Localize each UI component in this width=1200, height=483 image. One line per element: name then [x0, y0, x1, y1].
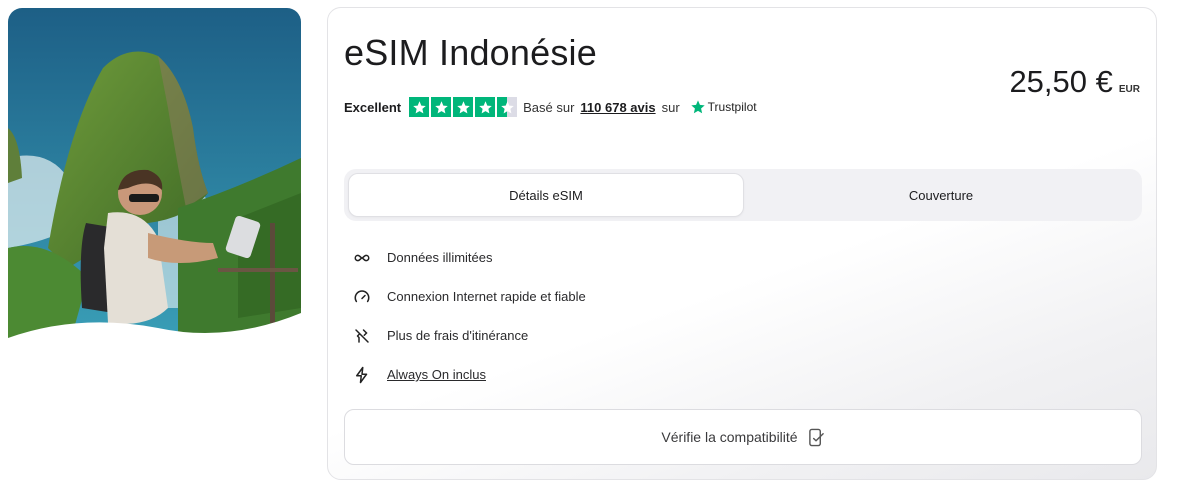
rating-based-on: Basé sur [523, 99, 575, 115]
check-compatibility-label: Vérifie la compatibilité [661, 429, 798, 445]
lightning-icon [352, 365, 372, 385]
star-icon [475, 97, 496, 117]
feature-list: Données illimitées Connexion Internet ra… [352, 238, 586, 394]
feature-item: Données illimitées [352, 238, 586, 277]
infinity-icon [352, 248, 372, 268]
rating-row: Excellent Basé sur 110 678 avis sur Trus… [344, 97, 757, 117]
star-icon [453, 97, 474, 117]
star-icon [431, 97, 452, 117]
trustpilot-logo: Trustpilot [690, 99, 757, 115]
feature-label: Connexion Internet rapide et fiable [387, 289, 586, 304]
always-on-link[interactable]: Always On inclus [387, 367, 486, 382]
feature-item: Plus de frais d'itinérance [352, 316, 586, 355]
speedometer-icon [352, 287, 372, 307]
travel-photo [8, 8, 301, 350]
price-amount: 25,50 € [1009, 64, 1113, 99]
price-currency: EUR [1118, 84, 1140, 95]
price-block: 25,50 € EUR [1009, 64, 1140, 100]
reviews-count-link[interactable]: 110 678 avis [580, 100, 655, 115]
hero-image [8, 8, 301, 350]
tab-coverage[interactable]: Couverture [744, 173, 1138, 217]
product-tabs: Détails eSIM Couverture [344, 169, 1142, 221]
check-compatibility-button[interactable]: Vérifie la compatibilité [344, 409, 1142, 465]
product-title: eSIM Indonésie [344, 32, 597, 73]
no-roaming-icon [352, 326, 372, 346]
star-icon [409, 97, 430, 117]
half-star-icon [497, 97, 518, 117]
feature-item: Connexion Internet rapide et fiable [352, 277, 586, 316]
tab-esim-details[interactable]: Détails eSIM [348, 173, 744, 217]
trustpilot-label: Trustpilot [707, 100, 757, 114]
feature-item: Always On inclus [352, 355, 586, 394]
product-card: eSIM Indonésie 25,50 € EUR Excellent Bas… [327, 7, 1157, 480]
feature-label: Plus de frais d'itinérance [387, 328, 529, 343]
rating-on: sur [661, 99, 680, 115]
feature-label: Données illimitées [387, 250, 493, 265]
rating-label: Excellent [344, 99, 402, 115]
phone-check-icon [808, 428, 824, 446]
trustpilot-stars [409, 97, 518, 117]
trustpilot-star-icon [691, 100, 705, 114]
